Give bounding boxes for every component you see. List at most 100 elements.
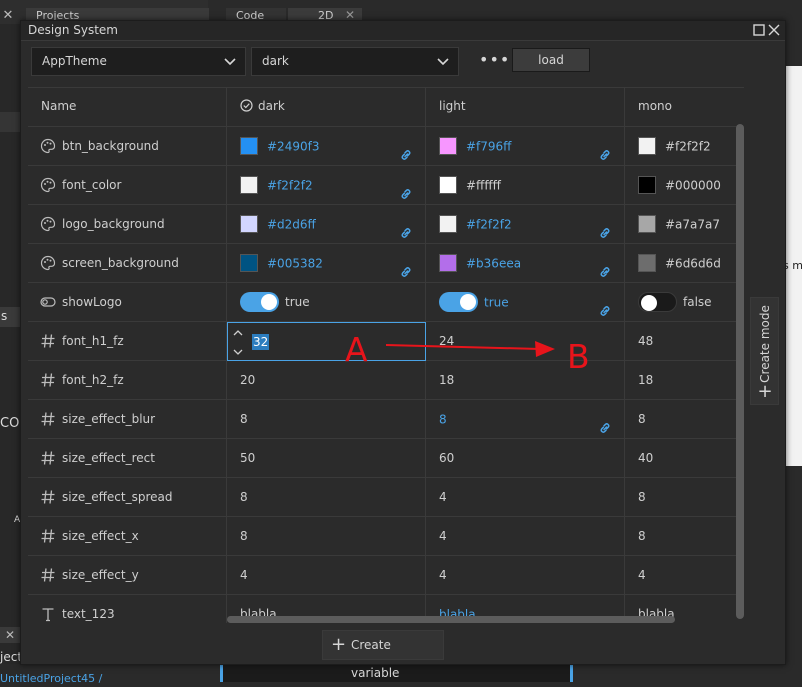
link-icon[interactable]: [598, 139, 612, 160]
horizontal-scrollbar-thumb[interactable]: [227, 616, 675, 623]
value-cell-light[interactable]: 4: [426, 517, 625, 556]
color-swatch[interactable]: [439, 253, 457, 272]
value-cell-light[interactable]: true: [426, 283, 625, 322]
link-icon[interactable]: [399, 178, 413, 199]
chevron-up-icon[interactable]: [231, 326, 245, 345]
value-cell-mono[interactable]: 4: [625, 556, 744, 595]
value-cell-mono[interactable]: 8: [625, 478, 744, 517]
column-header-mono[interactable]: mono: [625, 88, 744, 127]
value-cell-light[interactable]: #ffffff: [426, 166, 625, 205]
variable-name-cell[interactable]: size_effect_x: [28, 517, 227, 556]
plus-icon: +: [331, 634, 347, 655]
value-cell-dark[interactable]: 20: [227, 361, 426, 400]
variable-name-cell[interactable]: font_h2_fz: [28, 361, 227, 400]
value-cell-light[interactable]: 18: [426, 361, 625, 400]
value-cell-dark[interactable]: #2490f3: [227, 127, 426, 166]
toggle-knob: [641, 294, 657, 311]
column-header-light[interactable]: light: [426, 88, 625, 127]
background-left-item-co: CO: [0, 416, 20, 431]
toggle-switch[interactable]: [638, 291, 677, 312]
background-left-close-icon[interactable]: ✕: [0, 627, 20, 643]
create-mode-button[interactable]: Create mode +: [750, 297, 779, 405]
value-cell-dark[interactable]: 4: [227, 556, 426, 595]
toggle-switch[interactable]: [439, 291, 478, 312]
value-cell-dark[interactable]: 8: [227, 478, 426, 517]
vertical-scrollbar-thumb[interactable]: [736, 124, 744, 619]
value-cell-light[interactable]: #b36eea: [426, 244, 625, 283]
color-swatch[interactable]: [240, 214, 258, 233]
value-cell-light[interactable]: 60: [426, 439, 625, 478]
value-cell-mono[interactable]: #6d6d6d: [625, 244, 744, 283]
maximize-icon[interactable]: [751, 22, 767, 38]
background-breadcrumb[interactable]: UntitledProject45 /: [0, 672, 102, 685]
color-swatch[interactable]: [439, 214, 457, 233]
value-cell-mono[interactable]: #000000: [625, 166, 744, 205]
value-cell-light[interactable]: 4: [426, 556, 625, 595]
color-swatch[interactable]: [240, 136, 258, 155]
value-cell-dark[interactable]: #d2d6ff: [227, 205, 426, 244]
variable-name: text_123: [62, 607, 115, 621]
value-cell-light[interactable]: #f796ff: [426, 127, 625, 166]
color-swatch[interactable]: [240, 175, 258, 194]
collection-select[interactable]: AppTheme: [31, 47, 246, 76]
color-swatch[interactable]: [439, 175, 457, 194]
create-variable-button[interactable]: + Create variable: [322, 630, 444, 680]
value-cell-mono[interactable]: false: [625, 283, 744, 322]
more-options-button[interactable]: •••: [479, 47, 509, 76]
value-cell-mono[interactable]: 18: [625, 361, 744, 400]
value-cell-dark[interactable]: #f2f2f2: [227, 166, 426, 205]
value-cell-dark[interactable]: 8: [227, 400, 426, 439]
value-cell-mono[interactable]: 48: [625, 322, 744, 361]
value-cell-light[interactable]: #f2f2f2: [426, 205, 625, 244]
load-button[interactable]: load: [512, 48, 590, 72]
number-editor[interactable]: 32: [227, 322, 426, 361]
value-cell-light[interactable]: 8: [426, 400, 625, 439]
value-cell-mono[interactable]: 8: [625, 517, 744, 556]
value-cell-dark[interactable]: #005382: [227, 244, 426, 283]
column-header-mono-label: mono: [638, 99, 672, 113]
value-cell-dark[interactable]: true: [227, 283, 426, 322]
variable-name-cell[interactable]: showLogo: [28, 283, 227, 322]
variable-name-cell[interactable]: logo_background: [28, 205, 227, 244]
value-cell-mono[interactable]: #a7a7a7: [625, 205, 744, 244]
close-icon[interactable]: [766, 22, 782, 38]
mode-select[interactable]: dark: [251, 47, 459, 76]
value-cell-mono[interactable]: #f2f2f2: [625, 127, 744, 166]
variable-name-cell[interactable]: font_h1_fz: [28, 322, 227, 361]
link-icon[interactable]: [598, 412, 612, 433]
variable-name-cell[interactable]: size_effect_blur: [28, 400, 227, 439]
variable-name-cell[interactable]: text_123: [28, 595, 227, 623]
column-header-dark[interactable]: dark: [227, 88, 426, 127]
link-icon[interactable]: [399, 139, 413, 160]
color-swatch[interactable]: [638, 253, 656, 272]
variable-name-cell[interactable]: size_effect_y: [28, 556, 227, 595]
table-row: btn_background #2490f3 #f796ff #f2f2f2: [28, 127, 744, 166]
color-swatch[interactable]: [439, 136, 457, 155]
stepper[interactable]: [231, 326, 245, 358]
value-cell-light[interactable]: 24: [426, 322, 625, 361]
value-cell-mono[interactable]: 40: [625, 439, 744, 478]
color-swatch[interactable]: [638, 175, 656, 194]
variable-name-cell[interactable]: size_effect_rect: [28, 439, 227, 478]
variable-name-cell[interactable]: btn_background: [28, 127, 227, 166]
background-close-icon[interactable]: ✕: [0, 8, 16, 24]
value-cell-mono[interactable]: 8: [625, 400, 744, 439]
value-cell-dark[interactable]: 8: [227, 517, 426, 556]
variable-name-cell[interactable]: screen_background: [28, 244, 227, 283]
link-icon[interactable]: [598, 295, 612, 316]
link-icon[interactable]: [598, 256, 612, 277]
color-swatch[interactable]: [240, 253, 258, 272]
color-swatch[interactable]: [638, 214, 656, 233]
link-icon[interactable]: [399, 256, 413, 277]
value-cell-dark[interactable]: 50: [227, 439, 426, 478]
value-cell-light[interactable]: 4: [426, 478, 625, 517]
variable-name-cell[interactable]: font_color: [28, 166, 227, 205]
variable-name-cell[interactable]: size_effect_spread: [28, 478, 227, 517]
link-icon[interactable]: [598, 217, 612, 238]
color-swatch[interactable]: [638, 136, 656, 155]
editor-selected-value[interactable]: 32: [252, 334, 270, 350]
color-value: #d2d6ff: [267, 217, 316, 232]
toggle-switch[interactable]: [240, 291, 279, 312]
vertical-scrollbar[interactable]: [736, 124, 744, 619]
link-icon[interactable]: [399, 217, 413, 238]
